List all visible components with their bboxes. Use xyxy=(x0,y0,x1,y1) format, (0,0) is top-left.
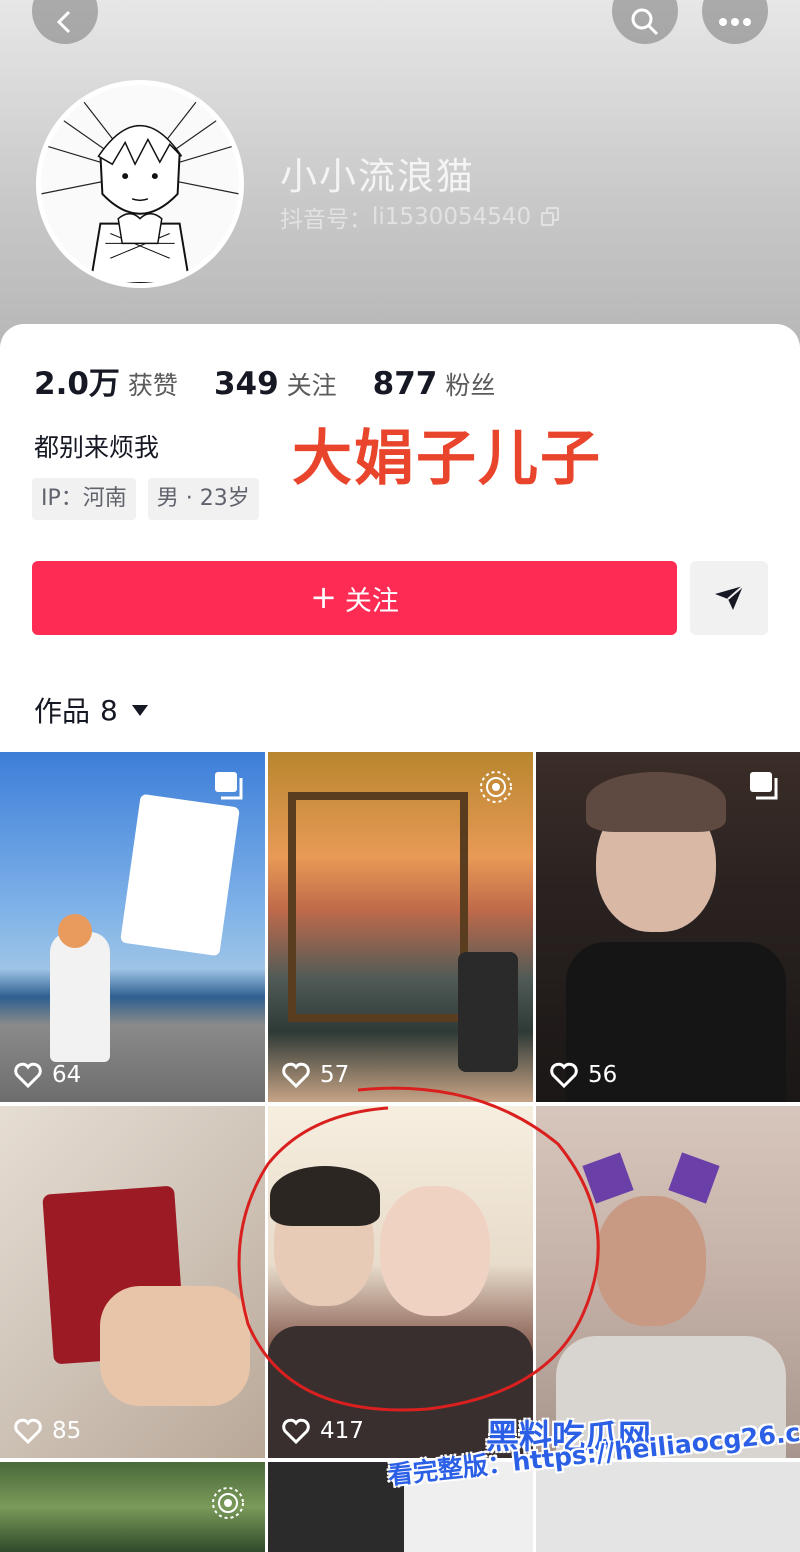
red-circle-annotation xyxy=(237,1086,600,1412)
stat-label: 获赞 xyxy=(127,371,178,400)
tag-gender-age: 男 · 23岁 xyxy=(147,478,259,520)
stat-number: 877 xyxy=(372,366,438,402)
works-tab[interactable]: 作品 8 xyxy=(34,690,148,730)
face xyxy=(596,1196,706,1326)
like-count: 85 xyxy=(14,1418,81,1444)
video-tile[interactable]: 64 xyxy=(0,752,265,1102)
furniture xyxy=(458,952,518,1072)
plus-icon: + xyxy=(310,578,337,616)
window-frame xyxy=(288,792,468,1022)
profile-stats: 2.0万 获赞 349 关注 877 粉丝 xyxy=(34,358,531,403)
hair xyxy=(586,772,726,832)
person-head xyxy=(58,914,92,948)
douyin-id[interactable]: 抖音号： li1530054540 xyxy=(280,200,561,234)
video-tile[interactable]: 85 xyxy=(0,1106,265,1458)
video-tile[interactable] xyxy=(0,1462,265,1552)
more-dots-icon xyxy=(719,18,751,26)
person-figure xyxy=(50,932,110,1062)
stat-number: 349 xyxy=(213,366,279,402)
multi-image-icon xyxy=(215,772,243,800)
send-icon xyxy=(715,585,744,610)
dropdown-arrow-icon xyxy=(131,704,148,716)
copy-icon[interactable] xyxy=(541,207,561,227)
follow-label: 关注 xyxy=(344,585,399,617)
follow-button[interactable]: + 关注 xyxy=(32,561,677,635)
douyin-id-label: 抖音号： xyxy=(280,207,372,233)
stat-likes[interactable]: 2.0万 获赞 xyxy=(34,358,178,403)
live-photo-icon xyxy=(212,1487,244,1519)
tag-ip-location: IP：河南 xyxy=(32,478,136,520)
like-count: 64 xyxy=(14,1062,81,1088)
screenshot-overlay xyxy=(120,793,240,957)
video-tile[interactable] xyxy=(536,1462,800,1552)
like-count-value: 64 xyxy=(52,1062,82,1088)
profile-tags: IP：河南 男 · 23岁 xyxy=(32,478,259,520)
red-annotation-text: 大娟子儿子 xyxy=(292,424,602,494)
avatar-image xyxy=(41,85,239,283)
video-tile[interactable]: 56 xyxy=(536,752,800,1102)
stat-following[interactable]: 349 关注 xyxy=(214,366,337,402)
like-count-value: 85 xyxy=(52,1418,82,1444)
live-photo-icon xyxy=(480,771,512,803)
stat-followers[interactable]: 877 粉丝 xyxy=(373,366,496,402)
stat-label: 关注 xyxy=(286,371,337,400)
works-count: 8 xyxy=(100,693,118,727)
multi-image-icon xyxy=(750,772,778,800)
profile-name: 小小流浪猫 xyxy=(280,155,475,198)
douyin-id-value: li1530054540 xyxy=(372,204,532,230)
video-tile[interactable]: 57 xyxy=(268,752,533,1102)
back-arrow-icon xyxy=(56,10,71,34)
heart-icon xyxy=(14,1418,42,1444)
stat-number: 2.0万 xyxy=(34,366,120,402)
profile-bio: 都别来烦我 xyxy=(34,433,160,462)
stat-label: 粉丝 xyxy=(445,371,496,400)
heart-icon xyxy=(14,1062,42,1088)
share-button[interactable] xyxy=(690,561,768,635)
works-label: 作品 xyxy=(34,695,91,728)
search-icon xyxy=(631,8,659,36)
avatar[interactable] xyxy=(36,80,244,288)
